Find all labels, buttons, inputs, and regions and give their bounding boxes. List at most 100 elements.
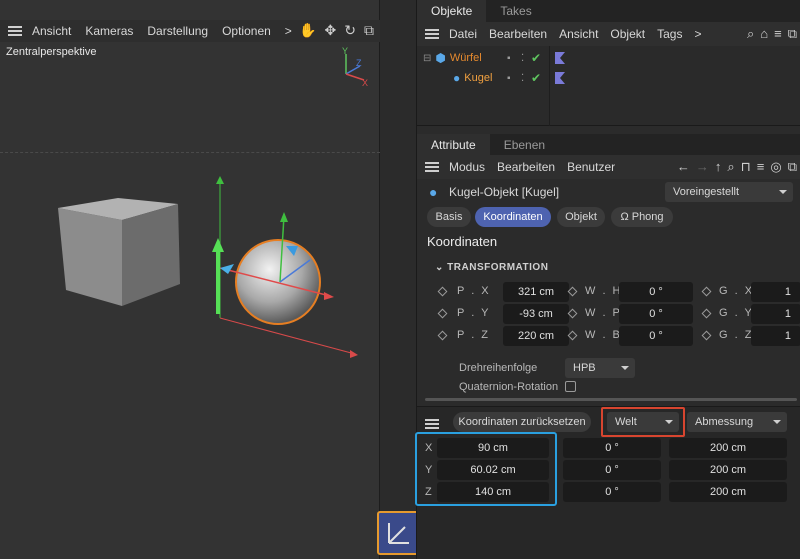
menu-optionen[interactable]: Optionen [222,24,271,38]
size-x-field[interactable]: 200 cm [669,438,787,458]
render-dots-icon[interactable]: ⁚ [521,53,524,64]
forward-arrow-icon[interactable]: → [696,159,709,175]
viewport-3d[interactable]: Ansicht Kameras Darstellung Optionen > ✋… [0,0,380,559]
object-row-wuerfel[interactable]: ⊟ ⬢ Würfel ▪ ⁚ ✔ [417,48,800,68]
rotation-p-field[interactable]: 0 ° [563,460,661,480]
g-y-label: G . Y [719,307,754,319]
tag-icon[interactable] [555,72,565,84]
subtab-objekt[interactable]: Objekt [557,207,605,227]
g-y-field[interactable]: 1 [751,304,800,324]
chevron-down-icon [773,420,781,424]
rotate-view-icon[interactable]: ↻ [344,22,356,39]
menu-kameras[interactable]: Kameras [85,24,133,38]
enabled-check-icon[interactable]: ✔ [531,51,541,65]
object-name-wuerfel[interactable]: Würfel [450,52,482,64]
filter-icon[interactable]: ≡ [774,26,782,42]
menu-darstellung[interactable]: Darstellung [147,24,208,38]
attribute-hamburger-icon[interactable] [425,162,439,172]
p-y-field[interactable]: -93 cm [503,304,569,324]
keyframe-diamond-icon[interactable] [567,308,578,319]
sphere-object-icon: ● [429,184,438,200]
menu-benutzer[interactable]: Benutzer [567,160,615,174]
quaternion-checkbox[interactable] [565,381,576,392]
search-icon[interactable]: ⌕ [747,26,754,42]
subtab-phong[interactable]: Ω Phong [611,207,673,227]
object-row-kugel[interactable]: ● Kugel ▪ ⁚ ✔ [417,68,800,88]
menu-more[interactable]: > [285,24,292,38]
horizontal-scrollbar[interactable] [425,398,797,401]
up-arrow-icon[interactable]: ↑ [715,159,722,175]
menu-more-obj[interactable]: > [694,27,701,41]
move-arrows-icon[interactable]: ✥ [325,22,337,39]
p-x-field[interactable]: 321 cm [503,282,569,302]
hamburger-menu-icon[interactable] [8,26,22,36]
keyframe-diamond-icon[interactable] [701,308,712,319]
expand-icon[interactable]: ⧉ [788,159,797,175]
filter-icon[interactable]: ≡ [757,159,765,175]
group-title[interactable]: ⌄ TRANSFORMATION [435,262,548,273]
rotation-order-dropdown[interactable]: HPB [565,358,635,378]
expand-icon[interactable]: ⧉ [788,26,797,42]
search-icon[interactable]: ⌕ [727,159,734,175]
home-icon[interactable]: ⌂ [760,26,768,42]
visibility-toggle-icon[interactable]: ▪ [507,53,511,64]
visibility-toggle-icon[interactable]: ▪ [507,73,511,84]
menu-ansicht[interactable]: Ansicht [32,24,71,38]
cube-side-face [122,204,180,306]
object-name-kugel[interactable]: Kugel [464,72,492,84]
subtab-basis[interactable]: Basis [427,207,471,227]
g-x-field[interactable]: 1 [751,282,800,302]
tab-takes[interactable]: Takes [486,0,545,22]
position-x-field[interactable]: 90 cm [437,438,549,458]
tab-ebenen[interactable]: Ebenen [490,134,559,156]
render-dots-icon[interactable]: ⁚ [521,73,524,84]
menu-bearbeiten[interactable]: Bearbeiten [489,27,547,41]
keyframe-diamond-icon[interactable] [567,286,578,297]
rotation-order-value: HPB [573,362,596,374]
rotation-b-field[interactable]: 0 ° [563,482,661,502]
maximize-view-icon[interactable]: ⧉ [364,22,374,39]
menu-datei[interactable]: Datei [449,27,477,41]
preset-dropdown[interactable]: Voreingestellt [665,182,793,202]
reset-coordinates-button[interactable]: Koordinaten zurücksetzen [453,412,591,432]
keyframe-diamond-icon[interactable] [701,330,712,341]
tag-icon[interactable] [555,52,565,64]
position-z-field[interactable]: 140 cm [437,482,549,502]
menu-bearbeiten-attr[interactable]: Bearbeiten [497,160,555,174]
coordinates-manager-icon-button[interactable] [377,511,421,555]
collapse-toggle-icon[interactable]: ⊟ [423,53,431,64]
position-y-field[interactable]: 60.02 cm [437,460,549,480]
menu-modus[interactable]: Modus [449,160,485,174]
subtab-koordinaten[interactable]: Koordinaten [475,207,551,227]
tab-objekte[interactable]: Objekte [417,0,487,22]
keyframe-diamond-icon[interactable] [701,286,712,297]
w-p-field[interactable]: 0 ° [619,304,693,324]
keyframe-diamond-icon[interactable] [437,330,448,341]
g-z-field[interactable]: 1 [751,326,800,346]
keyframe-diamond-icon[interactable] [567,330,578,341]
menu-ansicht-obj[interactable]: Ansicht [559,27,598,41]
keyframe-diamond-icon[interactable] [437,286,448,297]
menu-tags[interactable]: Tags [657,27,682,41]
w-h-field[interactable]: 0 ° [619,282,693,302]
objects-hamburger-icon[interactable] [425,29,439,39]
size-z-field[interactable]: 200 cm [669,482,787,502]
object-tree: ⊟ ⬢ Würfel ▪ ⁚ ✔ ● Kugel ▪ ⁚ ✔ [417,46,800,126]
tab-attribute[interactable]: Attribute [417,134,490,156]
axis-y-label: Y [342,46,348,56]
rotation-h-field[interactable]: 0 ° [563,438,661,458]
target-icon[interactable]: ◎ [770,159,781,175]
pan-hand-icon[interactable]: ✋ [299,22,316,39]
g-z-label: G . Z [719,329,754,341]
keyframe-diamond-icon[interactable] [437,308,448,319]
lock-icon[interactable]: ⊓ [741,159,751,175]
back-arrow-icon[interactable]: ← [677,159,690,175]
coord-hamburger-icon[interactable] [425,419,439,429]
size-y-field[interactable]: 200 cm [669,460,787,480]
space-dropdown[interactable]: Welt [607,412,679,432]
w-b-field[interactable]: 0 ° [619,326,693,346]
menu-objekt[interactable]: Objekt [610,27,645,41]
measure-dropdown[interactable]: Abmessung [687,412,787,432]
enabled-check-icon[interactable]: ✔ [531,71,541,85]
p-z-field[interactable]: 220 cm [503,326,569,346]
